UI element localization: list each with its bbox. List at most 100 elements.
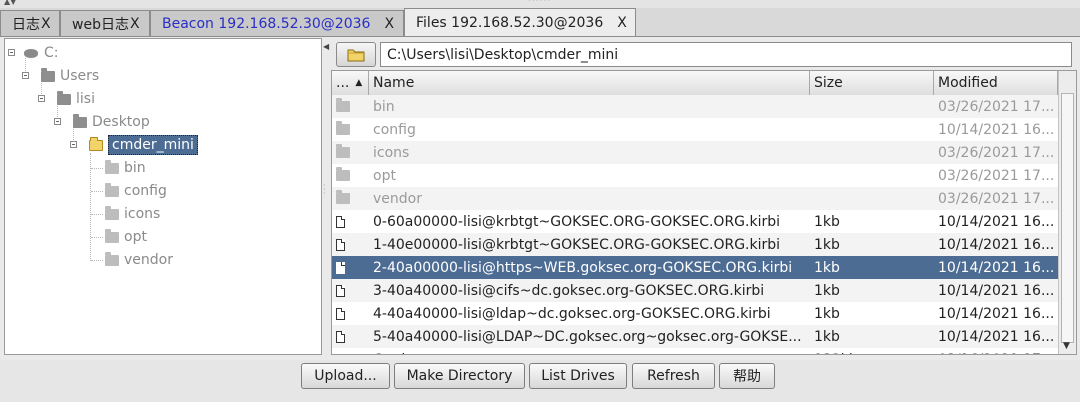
file-modified: 10/14/2021 16... [938, 213, 1055, 230]
tree-node-config[interactable]: config [105, 181, 167, 201]
list-drives-button[interactable]: List Drives [529, 363, 627, 389]
tree-line [90, 153, 91, 261]
file-size [814, 141, 932, 164]
file-size: 1kb [814, 259, 840, 276]
tree-node-drive[interactable]: C: [24, 43, 59, 63]
table-row[interactable]: vendor 03/26/2021 17... [332, 187, 1058, 210]
file-icon [336, 284, 345, 297]
tree-node-label: vendor [124, 252, 173, 268]
refresh-button[interactable]: Refresh [632, 363, 715, 389]
column-header-modified[interactable]: Modified [934, 71, 1058, 95]
file-icon [336, 261, 345, 274]
upload-button[interactable]: Upload... [301, 363, 390, 389]
table-row[interactable]: bin 03/26/2021 17... [332, 95, 1058, 118]
sort-ascending-icon: ▲ [355, 78, 363, 88]
tree-line [91, 191, 103, 192]
tab-log[interactable]: 日志 X [0, 10, 60, 36]
help-button[interactable]: 帮助 [719, 363, 775, 389]
tab-close-icon[interactable]: X [130, 16, 140, 32]
folder-icon [105, 228, 119, 243]
file-size: 1kb [814, 305, 840, 322]
scroll-down-arrow-icon[interactable]: ▼ [1063, 341, 1070, 351]
tree-node-opt[interactable]: opt [105, 227, 147, 247]
splitter-grip-icon: · · · [323, 181, 326, 198]
collapse-left-arrow-icon[interactable]: ◀ [323, 42, 329, 51]
tree-line [91, 260, 103, 261]
tab-close-icon[interactable]: X [617, 15, 627, 31]
table-row[interactable]: config 10/14/2021 16... [332, 118, 1058, 141]
column-label: ... [336, 75, 350, 91]
tab-files[interactable]: Files 192.168.52.30@2036 X [404, 8, 636, 37]
file-size: 1kb [814, 236, 840, 253]
folder-icon [105, 251, 119, 266]
tree-node-desktop[interactable]: Desktop [73, 112, 150, 132]
table-header: ... ▲ Name Size Modified [332, 71, 1058, 96]
file-size [814, 164, 932, 187]
tree-node-cmder-mini[interactable]: cmder_mini [89, 135, 198, 155]
drag-grip-icon[interactable]: ······ [528, 0, 551, 6]
row-icon-cell [336, 118, 356, 141]
vertical-scrollbar[interactable]: ▼ [1058, 71, 1076, 354]
path-input[interactable] [380, 42, 1072, 67]
file-size [814, 95, 932, 118]
folder-icon [336, 98, 350, 112]
file-name: 1-40e00000-lisi@krbtgt~GOKSEC.ORG-GOKSEC… [373, 236, 781, 253]
tree-line [91, 237, 103, 238]
table-row[interactable]: 5-40a40000-lisi@LDAP~DC.goksec.org~gokse… [332, 325, 1058, 348]
folder-up-icon [347, 49, 365, 62]
tab-beacon[interactable]: Beacon 192.168.52.30@2036 X [150, 10, 404, 36]
table-row[interactable]: opt 03/26/2021 17... [332, 164, 1058, 187]
row-icon-cell [336, 95, 356, 118]
file-modified: 10/14/2021 16... [938, 259, 1055, 276]
column-header-name[interactable]: Name [369, 71, 810, 95]
pane-splitter[interactable]: ◀ · · · [322, 38, 330, 355]
file-name: 0-60a00000-lisi@krbtgt~GOKSEC.ORG-GOKSEC… [373, 213, 780, 230]
tree-node-label: opt [124, 229, 147, 245]
tree-collapse-toggle[interactable] [38, 95, 45, 102]
folder-icon [73, 113, 87, 128]
directory-tree[interactable]: C: Users lisi Desktop cmder_mini bin con… [4, 38, 322, 355]
tree-node-users[interactable]: Users [41, 66, 99, 86]
file-modified: 10/14/2021 16... [938, 305, 1055, 322]
tab-web-log[interactable]: web日志 X [60, 10, 150, 36]
make-directory-button[interactable]: Make Directory [394, 363, 525, 389]
file-size: 1kb [814, 328, 840, 345]
table-row[interactable]: 2-40a00000-lisi@https~WEB.goksec.org-GOK… [332, 256, 1058, 279]
tab-close-icon[interactable]: X [41, 16, 51, 32]
column-header-icon[interactable]: ... ▲ [332, 71, 369, 95]
file-modified: 03/26/2021 17... [938, 167, 1055, 184]
file-table[interactable]: ... ▲ Name Size Modified bin 03/26/2021 1… [331, 70, 1077, 355]
row-icon-cell [336, 164, 356, 187]
column-header-size[interactable]: Size [810, 71, 934, 95]
folder-icon [336, 167, 350, 181]
column-label: Modified [938, 75, 998, 91]
parent-folder-button[interactable] [336, 42, 376, 67]
file-modified: 10/14/2021 16... [938, 328, 1055, 345]
tree-node-vendor[interactable]: vendor [105, 250, 173, 270]
file-name: 4-40a40000-lisi@ldap~dc.goksec.org-GOKSE… [373, 305, 771, 322]
file-size [814, 187, 932, 210]
tree-node-icons[interactable]: icons [105, 204, 160, 224]
file-name: bin [373, 98, 395, 115]
tree-collapse-toggle[interactable] [70, 141, 77, 148]
collapse-arrows-icon[interactable]: ▲▼ [4, 0, 16, 6]
tree-collapse-toggle[interactable] [54, 118, 61, 125]
tree-node-user[interactable]: lisi [57, 89, 95, 109]
scrollbar-thumb[interactable] [1061, 93, 1074, 343]
table-row[interactable]: 1-40e00000-lisi@krbtgt~GOKSEC.ORG-GOKSEC… [332, 233, 1058, 256]
table-row[interactable]: Cmder.exe 132kb 03/26/2021 17... [332, 348, 1058, 354]
table-row[interactable]: 0-60a00000-lisi@krbtgt~GOKSEC.ORG-GOKSEC… [332, 210, 1058, 233]
row-icon-cell [336, 210, 356, 233]
file-modified: 10/14/2021 16... [938, 236, 1055, 253]
tab-close-icon[interactable]: X [384, 16, 394, 32]
tree-node-bin[interactable]: bin [105, 158, 146, 178]
tree-node-label: icons [124, 206, 161, 222]
tree-collapse-toggle[interactable] [8, 49, 15, 56]
row-icon-cell [336, 302, 356, 325]
table-row[interactable]: 4-40a40000-lisi@ldap~dc.goksec.org-GOKSE… [332, 302, 1058, 325]
file-modified: 03/26/2021 17... [938, 144, 1055, 161]
tree-collapse-toggle[interactable] [22, 72, 29, 79]
file-name: 2-40a00000-lisi@https~WEB.goksec.org-GOK… [373, 259, 793, 276]
table-row[interactable]: icons 03/26/2021 17... [332, 141, 1058, 164]
table-row[interactable]: 3-40a40000-lisi@cifs~dc.goksec.org-GOKSE… [332, 279, 1058, 302]
